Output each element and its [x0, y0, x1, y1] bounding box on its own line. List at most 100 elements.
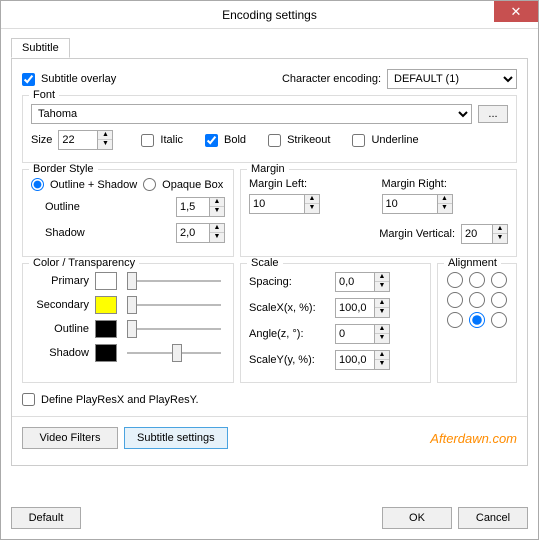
margin-left-spinner[interactable]: ▲▼ [249, 194, 376, 214]
scaley-spinner[interactable]: ▲▼ [335, 350, 390, 370]
align-5-radio[interactable] [468, 292, 486, 308]
spacing-label: Spacing: [249, 276, 329, 288]
bold-label[interactable]: Bold [224, 134, 246, 146]
cancel-button[interactable]: Cancel [458, 507, 528, 529]
spin-down-icon[interactable]: ▼ [438, 204, 452, 213]
align-1-radio[interactable] [446, 272, 464, 288]
margin-vertical-label: Margin Vertical: [379, 228, 455, 240]
spacing-spinner[interactable]: ▲▼ [335, 272, 390, 292]
spin-up-icon[interactable]: ▲ [305, 195, 319, 204]
opaque-box-radio[interactable] [143, 178, 156, 191]
secondary-slider[interactable] [127, 304, 221, 306]
video-filters-button[interactable]: Video Filters [22, 427, 118, 449]
char-encoding-select[interactable]: DEFAULT (1) [387, 69, 517, 89]
spin-up-icon[interactable]: ▲ [210, 224, 224, 233]
secondary-label: Secondary [31, 299, 89, 311]
spin-up-icon[interactable]: ▲ [98, 131, 112, 140]
outline-slider[interactable] [127, 328, 221, 330]
angle-input[interactable] [335, 324, 375, 344]
char-encoding-label: Character encoding: [282, 73, 381, 85]
outline-shadow-label[interactable]: Outline + Shadow [50, 179, 137, 191]
font-size-label: Size [31, 134, 52, 146]
margin-vertical-spinner[interactable]: ▲▼ [461, 224, 508, 244]
scale-group: Scale Spacing:▲▼ ScaleX(x, %):▲▼ Angle(z… [240, 263, 431, 383]
scalex-spinner[interactable]: ▲▼ [335, 298, 390, 318]
subtitle-overlay-label[interactable]: Subtitle overlay [41, 73, 116, 85]
font-size-input[interactable] [58, 130, 98, 150]
outline-input[interactable] [176, 197, 210, 217]
spin-up-icon[interactable]: ▲ [375, 325, 389, 334]
margin-vertical-input[interactable] [461, 224, 493, 244]
spin-up-icon[interactable]: ▲ [375, 273, 389, 282]
align-4-radio[interactable] [446, 292, 464, 308]
spin-up-icon[interactable]: ▲ [375, 351, 389, 360]
angle-label: Angle(z, °): [249, 328, 329, 340]
close-button[interactable]: ✕ [494, 1, 538, 22]
color-group: Color / Transparency Primary Secondary O… [22, 263, 234, 383]
align-8-radio[interactable] [468, 312, 486, 328]
underline-checkbox[interactable] [352, 134, 365, 147]
spin-down-icon[interactable]: ▼ [210, 207, 224, 216]
outline-swatch[interactable] [95, 320, 117, 338]
spacing-input[interactable] [335, 272, 375, 292]
margin-legend: Margin [247, 163, 289, 175]
outline-spinner[interactable]: ▲▼ [176, 197, 225, 217]
primary-swatch[interactable] [95, 272, 117, 290]
font-group: Font Tahoma ... Size ▲▼ Italic Bold [22, 95, 517, 163]
font-size-spinner[interactable]: ▲▼ [58, 130, 113, 150]
italic-checkbox[interactable] [141, 134, 154, 147]
subtitle-settings-button[interactable]: Subtitle settings [124, 427, 228, 449]
playres-label[interactable]: Define PlayResX and PlayResY. [41, 394, 199, 406]
strikeout-checkbox[interactable] [268, 134, 281, 147]
spin-up-icon[interactable]: ▲ [438, 195, 452, 204]
margin-right-spinner[interactable]: ▲▼ [382, 194, 509, 214]
spin-down-icon[interactable]: ▼ [375, 334, 389, 343]
align-7-radio[interactable] [446, 312, 464, 328]
spin-down-icon[interactable]: ▼ [210, 233, 224, 242]
border-legend: Border Style [29, 163, 98, 175]
angle-spinner[interactable]: ▲▼ [335, 324, 390, 344]
spin-down-icon[interactable]: ▼ [375, 282, 389, 291]
default-button[interactable]: Default [11, 507, 81, 529]
opaque-box-label[interactable]: Opaque Box [162, 179, 223, 191]
outline-shadow-radio[interactable] [31, 178, 44, 191]
shadow-slider[interactable] [127, 352, 221, 354]
tab-subtitle[interactable]: Subtitle [11, 38, 70, 58]
scaley-input[interactable] [335, 350, 375, 370]
align-3-radio[interactable] [490, 272, 508, 288]
spin-up-icon[interactable]: ▲ [210, 198, 224, 207]
spin-down-icon[interactable]: ▼ [375, 360, 389, 369]
subtitle-overlay-checkbox[interactable] [22, 73, 35, 86]
ok-button[interactable]: OK [382, 507, 452, 529]
spin-down-icon[interactable]: ▼ [375, 308, 389, 317]
italic-label[interactable]: Italic [160, 134, 183, 146]
align-6-radio[interactable] [490, 292, 508, 308]
font-browse-button[interactable]: ... [478, 105, 508, 123]
underline-label[interactable]: Underline [371, 134, 418, 146]
strikeout-label[interactable]: Strikeout [287, 134, 330, 146]
shadow-color-label: Shadow [31, 347, 89, 359]
spin-down-icon[interactable]: ▼ [493, 234, 507, 243]
bold-checkbox[interactable] [205, 134, 218, 147]
margin-left-input[interactable] [249, 194, 305, 214]
secondary-swatch[interactable] [95, 296, 117, 314]
shadow-spinner[interactable]: ▲▼ [176, 223, 225, 243]
scalex-input[interactable] [335, 298, 375, 318]
playres-checkbox[interactable] [22, 393, 35, 406]
primary-slider[interactable] [127, 280, 221, 282]
font-family-select[interactable]: Tahoma [31, 104, 472, 124]
spin-up-icon[interactable]: ▲ [375, 299, 389, 308]
spin-down-icon[interactable]: ▼ [305, 204, 319, 213]
align-9-radio[interactable] [490, 312, 508, 328]
margin-right-input[interactable] [382, 194, 438, 214]
spin-up-icon[interactable]: ▲ [493, 225, 507, 234]
align-2-radio[interactable] [468, 272, 486, 288]
tab-strip: Subtitle [11, 37, 528, 59]
shadow-swatch[interactable] [95, 344, 117, 362]
margin-left-label: Margin Left: [249, 178, 376, 190]
shadow-input[interactable] [176, 223, 210, 243]
color-legend: Color / Transparency [29, 257, 139, 269]
font-legend: Font [29, 89, 59, 101]
margin-right-label: Margin Right: [382, 178, 509, 190]
spin-down-icon[interactable]: ▼ [98, 140, 112, 149]
